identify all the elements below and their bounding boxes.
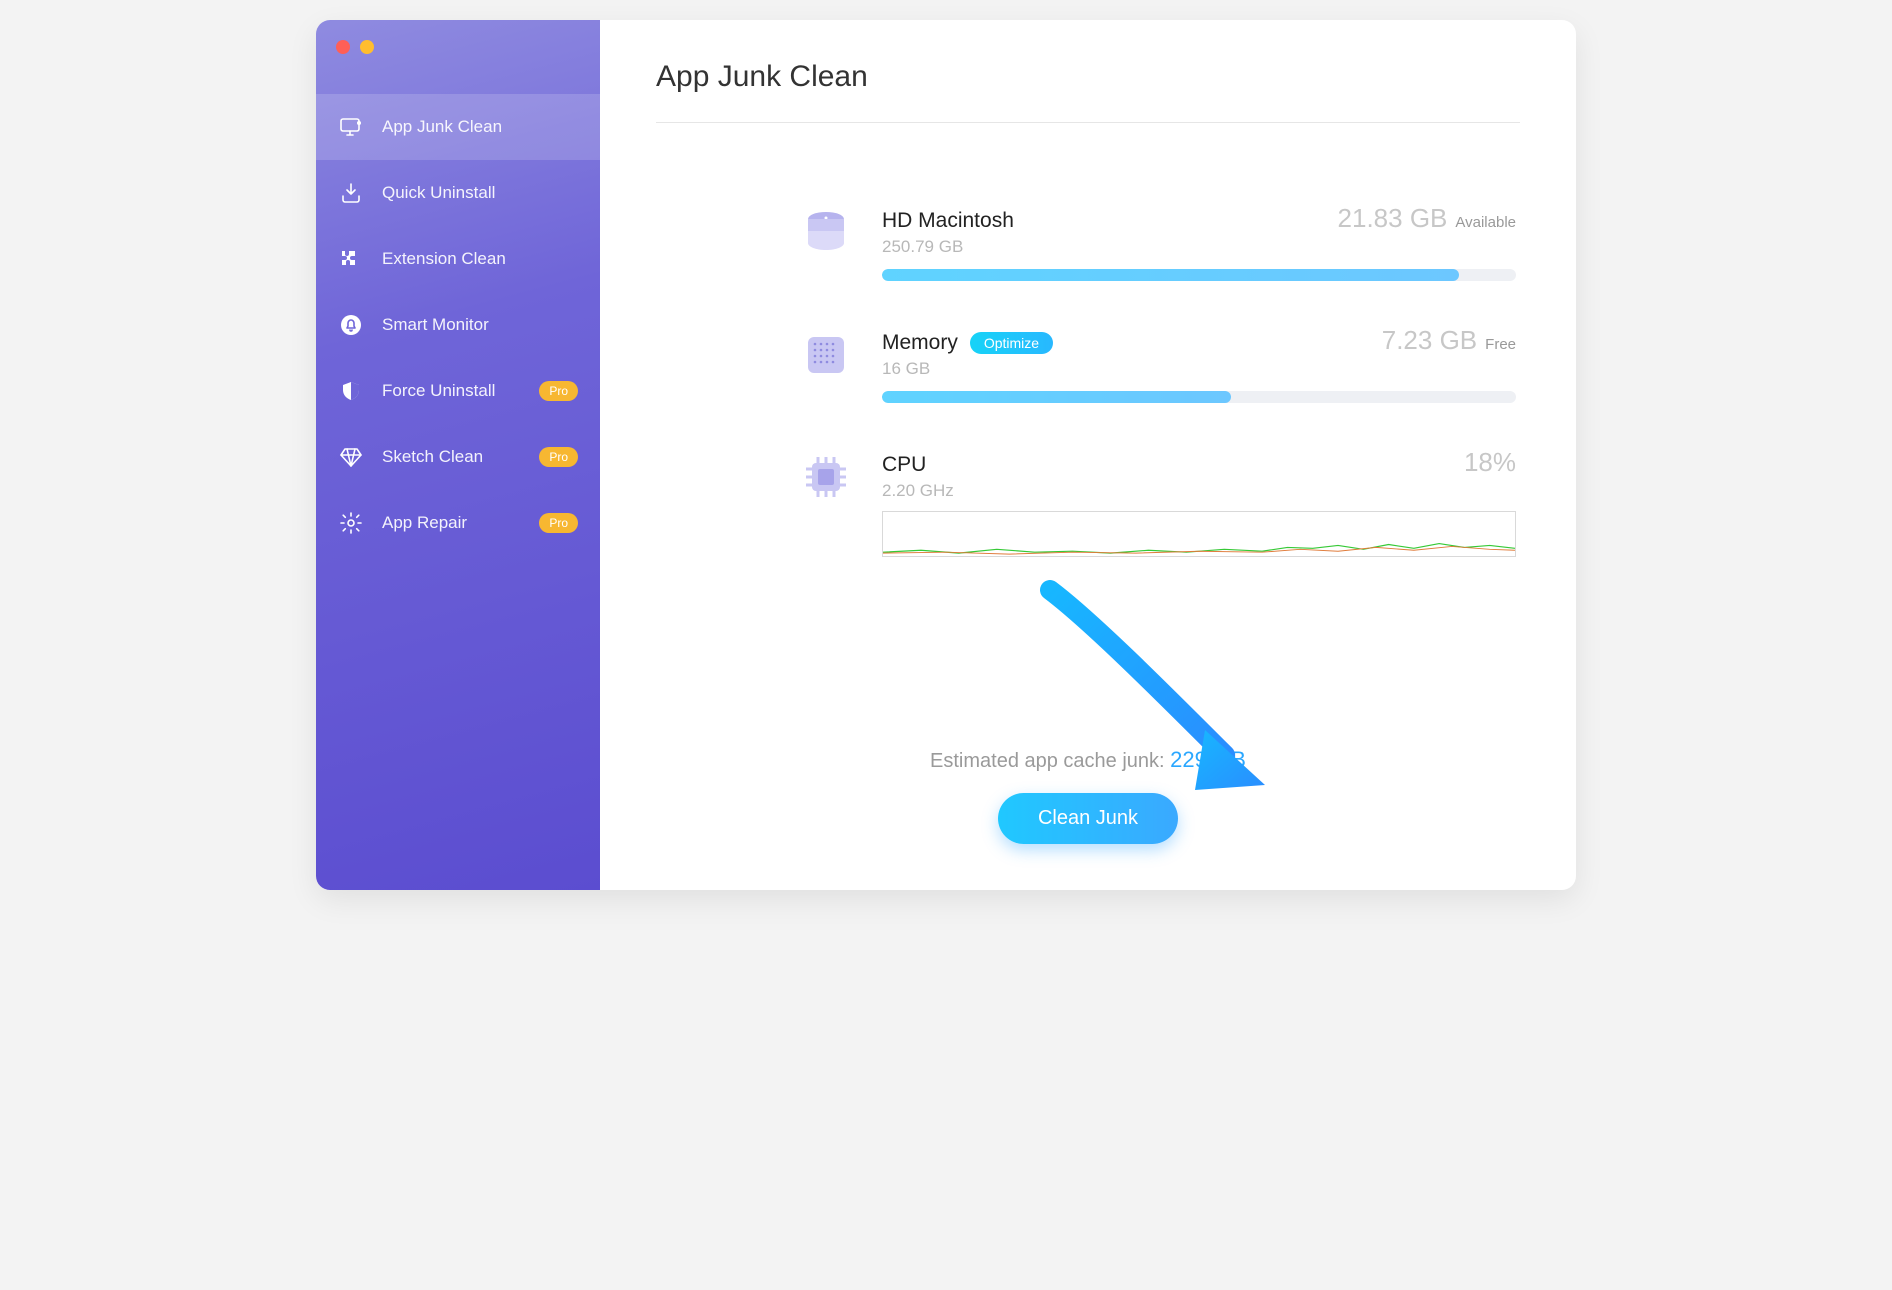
optimize-button[interactable]: Optimize [970, 332, 1053, 354]
window-controls [316, 36, 600, 94]
sidebar-item-label: App Junk Clean [382, 117, 502, 137]
sidebar-nav: App Junk Clean Quick Uninstall Extension… [316, 94, 600, 556]
disk-available-label: Available [1455, 214, 1516, 231]
cpu-pct: 18% [1464, 447, 1516, 478]
disk-usage-fill [882, 269, 1459, 281]
gear-icon [338, 510, 364, 536]
footer: Estimated app cache junk: 229 MB Clean J… [600, 747, 1576, 844]
minimize-icon[interactable] [360, 40, 374, 54]
memory-total: 16 GB [882, 359, 1053, 379]
pro-badge: Pro [539, 447, 578, 467]
monitor-clean-icon [338, 114, 364, 140]
shield-icon [338, 378, 364, 404]
cpu-icon [796, 447, 856, 507]
stats-panel: HD Macintosh 250.79 GB 21.83 GB Availabl… [796, 203, 1516, 557]
sidebar-item-app-repair[interactable]: App Repair Pro [316, 490, 600, 556]
memory-usage-bar [882, 391, 1516, 403]
estimate-prefix: Estimated app cache junk: [930, 750, 1170, 772]
memory-icon [796, 325, 856, 385]
disk-name: HD Macintosh [882, 209, 1014, 233]
sidebar-item-label: App Repair [382, 513, 467, 533]
estimate-text: Estimated app cache junk: 229 MB [600, 747, 1576, 773]
cpu-row: CPU 2.20 GHz 18% [796, 447, 1516, 557]
sidebar-item-label: Extension Clean [382, 249, 506, 269]
memory-free-value: 7.23 GB [1382, 325, 1477, 356]
pro-badge: Pro [539, 381, 578, 401]
sidebar-item-extension-clean[interactable]: Extension Clean [316, 226, 600, 292]
cpu-name: CPU [882, 453, 926, 477]
disk-available-value: 21.83 GB [1338, 203, 1448, 234]
puzzle-icon [338, 246, 364, 272]
memory-free-label: Free [1485, 336, 1516, 353]
diamond-icon [338, 444, 364, 470]
disk-usage-bar [882, 269, 1516, 281]
disk-icon [796, 203, 856, 263]
sidebar-item-label: Smart Monitor [382, 315, 489, 335]
sidebar-item-smart-monitor[interactable]: Smart Monitor [316, 292, 600, 358]
disk-row: HD Macintosh 250.79 GB 21.83 GB Availabl… [796, 203, 1516, 281]
pro-badge: Pro [539, 513, 578, 533]
cpu-graph [882, 511, 1516, 557]
memory-usage-fill [882, 391, 1231, 403]
memory-row: Memory Optimize 16 GB 7.23 GB Free [796, 325, 1516, 403]
app-window: App Junk Clean Quick Uninstall Extension… [316, 20, 1576, 890]
sidebar-item-label: Quick Uninstall [382, 183, 495, 203]
sidebar-item-sketch-clean[interactable]: Sketch Clean Pro [316, 424, 600, 490]
download-box-icon [338, 180, 364, 206]
sidebar-item-app-junk-clean[interactable]: App Junk Clean [316, 94, 600, 160]
sidebar-item-quick-uninstall[interactable]: Quick Uninstall [316, 160, 600, 226]
main-content: App Junk Clean HD Macintosh 250.79 GB 21… [600, 20, 1576, 890]
estimate-value: 229 MB [1170, 747, 1246, 772]
sidebar-item-label: Sketch Clean [382, 447, 483, 467]
sidebar: App Junk Clean Quick Uninstall Extension… [316, 20, 600, 890]
clean-junk-button[interactable]: Clean Junk [998, 793, 1178, 844]
page-title: App Junk Clean [656, 60, 1520, 123]
sidebar-item-label: Force Uninstall [382, 381, 495, 401]
cpu-freq: 2.20 GHz [882, 481, 954, 501]
close-icon[interactable] [336, 40, 350, 54]
sidebar-item-force-uninstall[interactable]: Force Uninstall Pro [316, 358, 600, 424]
disk-total: 250.79 GB [882, 237, 1014, 257]
memory-name: Memory [882, 331, 958, 355]
bell-icon [338, 312, 364, 338]
